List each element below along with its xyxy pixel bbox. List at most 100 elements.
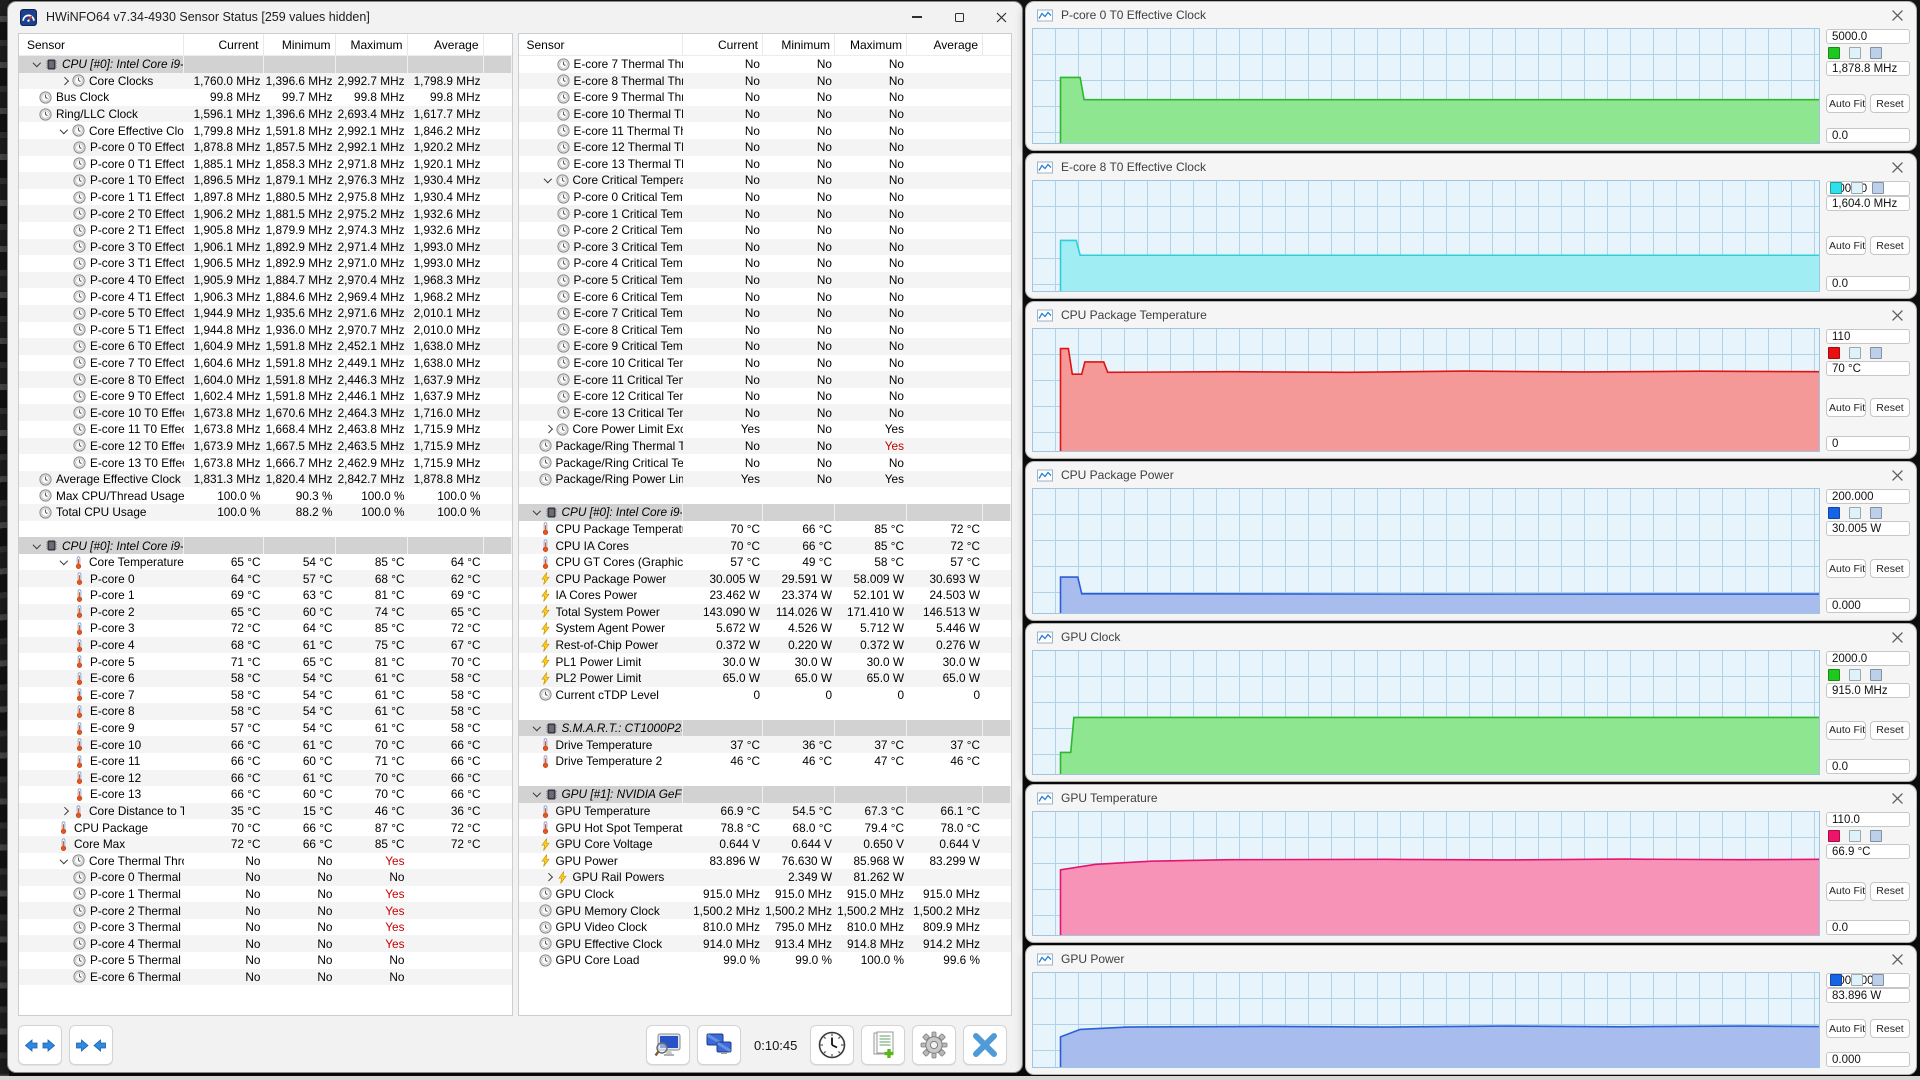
column-header-sensor[interactable]: Sensor — [19, 34, 184, 55]
column-header-current[interactable]: Current — [184, 34, 264, 55]
sensor-row[interactable]: GPU Clock 915.0 MHz 915.0 MHz 915.0 MHz 915.… — [519, 886, 1012, 903]
sensor-row[interactable]: E-core 10 66 °C 61 °C 70 °C 66 °C — [19, 736, 512, 753]
column-header-average[interactable]: Average — [408, 34, 484, 55]
background-color-swatch[interactable] — [1849, 830, 1861, 842]
sensor-row[interactable]: P-core 5 T0 Effective ... 1,944.9 MHz 1,93… — [19, 304, 512, 322]
sensor-row[interactable]: CPU Package 70 °C 66 °C 87 °C 72 °C — [19, 819, 512, 836]
sensor-row[interactable]: P-core 2 T0 Effective ... 1,906.2 MHz 1,88… — [19, 205, 512, 222]
sensor-row[interactable]: P-core 3 Thermal Thr... No No Yes — [19, 919, 512, 936]
sensor-row[interactable]: P-core 2 65 °C 60 °C 74 °C 65 °C — [19, 603, 512, 621]
auto-fit-button[interactable]: Auto Fit — [1826, 94, 1866, 113]
chevron-down-icon[interactable] — [542, 173, 556, 187]
reset-button[interactable]: Reset — [1870, 1019, 1910, 1039]
chevron-right-icon[interactable] — [542, 870, 556, 884]
chevron-down-icon[interactable] — [531, 505, 545, 519]
auto-fit-button[interactable]: Auto Fit — [1826, 559, 1866, 579]
graph-titlebar[interactable]: CPU Package Power — [1026, 462, 1916, 488]
section-header-row[interactable]: S.M.A.R.T.: CT1000P2S... — [518, 719, 1011, 737]
axis-max-input[interactable]: 110.0 — [1826, 812, 1910, 827]
report-button[interactable] — [861, 1025, 906, 1065]
sensor-row[interactable]: P-core 1 Critical Temp... No No No — [518, 205, 1011, 222]
sensor-row[interactable]: P-core 2 Thermal Thr... No No Yes — [19, 902, 512, 919]
sensor-row[interactable]: E-core 10 Critical Tem... No No No — [519, 355, 1012, 372]
sensor-row[interactable]: P-core 2 Critical Temp... No No No — [519, 222, 1012, 239]
system-summary-button[interactable] — [646, 1025, 690, 1065]
sensor-row[interactable]: CPU GT Cores (Graphics) 57 °C 49 °C 58 °C 57… — [519, 554, 1012, 571]
sensor-row[interactable]: P-core 3 T0 Effective ... 1,906.1 MHz 1,89… — [19, 238, 512, 256]
grid-color-swatch[interactable] — [1870, 47, 1882, 59]
sensor-row[interactable]: Core Clocks 1,760.0 MHz 1,396.6 MHz 2,992.7… — [19, 72, 512, 90]
sensor-row[interactable]: Core Temperatures 65 °C 54 °C 85 °C 64 °C — [19, 554, 512, 571]
background-color-swatch[interactable] — [1849, 47, 1861, 59]
column-header-maximum[interactable]: Maximum — [336, 34, 408, 55]
axis-min-input[interactable]: 0.0 — [1826, 759, 1910, 774]
section-header-row[interactable]: CPU [#0]: Intel Core i9-1... — [19, 56, 512, 73]
sensor-row[interactable]: P-core 1 T0 Effective ... 1,896.5 MHz 1,87… — [19, 172, 512, 189]
column-header-current[interactable]: Current — [683, 34, 763, 55]
close-icon[interactable] — [1892, 632, 1903, 643]
sensor-row[interactable]: E-core 10 T0 Effectiv... 1,673.8 MHz 1,670… — [19, 404, 512, 422]
sensor-row[interactable]: E-core 8 Critical Temp... No No No — [519, 322, 1012, 339]
sensor-row[interactable]: E-core 6 T0 Effective ... 1,604.9 MHz 1,59… — [19, 338, 512, 355]
section-header-row[interactable]: CPU [#0]: Intel Core i9-1... — [19, 537, 512, 554]
sensor-row[interactable]: E-core 13 66 °C 60 °C 70 °C 66 °C — [19, 786, 512, 803]
graph-titlebar[interactable]: P-core 0 T0 Effective Clock — [1026, 2, 1916, 28]
sensor-row[interactable]: E-core 11 T0 Effectiv... 1,673.8 MHz 1,668… — [19, 421, 512, 438]
sensor-row[interactable]: E-core 6 Thermal Thr... No No No — [19, 968, 512, 986]
grid-color-swatch[interactable] — [1872, 974, 1884, 986]
sensor-row[interactable]: E-core 13 Critical Tem... No No No — [518, 404, 1011, 422]
close-icon[interactable] — [1892, 470, 1903, 481]
sensor-row[interactable]: Current cTDP Level 0 0 0 0 — [519, 687, 1012, 704]
sensor-row[interactable]: Core Distance to TjMAX 35 °C 15 °C 46 °C 36 … — [19, 802, 512, 820]
chevron-right-icon[interactable] — [542, 422, 556, 436]
sensor-row[interactable]: P-core 3 72 °C 64 °C 85 °C 72 °C — [19, 620, 512, 637]
sensor-row[interactable]: P-core 1 T1 Effective ... 1,897.8 MHz 1,88… — [19, 189, 512, 206]
series-color-swatch[interactable] — [1830, 974, 1842, 986]
background-color-swatch[interactable] — [1851, 974, 1863, 986]
color-swatches[interactable] — [1828, 669, 1908, 681]
titlebar[interactable]: HWiNFO64 v7.34-4930 Sensor Status [259 v… — [8, 2, 1022, 32]
column-header-maximum[interactable]: Maximum — [835, 34, 907, 55]
sensor-row[interactable]: GPU Video Clock 810.0 MHz 795.0 MHz 810.0 M… — [519, 919, 1012, 936]
sensor-row[interactable]: P-core 5 71 °C 65 °C 81 °C 70 °C — [19, 653, 512, 670]
sensor-row[interactable]: E-core 7 T0 Effective ... 1,604.6 MHz 1,59… — [19, 355, 512, 372]
chevron-down-icon[interactable] — [31, 539, 45, 553]
series-color-swatch[interactable] — [1828, 507, 1840, 519]
sensor-row[interactable]: Core Max 72 °C 66 °C 85 °C 72 °C — [19, 835, 512, 853]
maximize-button[interactable] — [938, 2, 980, 32]
quit-button[interactable] — [963, 1025, 1008, 1065]
sensor-row[interactable]: E-core 12 Thermal Th... No No No — [518, 138, 1011, 156]
color-swatches[interactable] — [1828, 507, 1908, 519]
reset-button[interactable]: Reset — [1870, 559, 1910, 579]
series-color-swatch[interactable] — [1828, 47, 1840, 59]
sensor-row[interactable]: CPU IA Cores 70 °C 66 °C 85 °C 72 °C — [518, 537, 1011, 554]
axis-max-input[interactable]: 110 — [1826, 329, 1910, 344]
close-button[interactable] — [980, 2, 1022, 32]
sensor-row[interactable]: E-core 6 58 °C 54 °C 61 °C 58 °C — [19, 669, 512, 687]
graph-titlebar[interactable]: GPU Clock — [1026, 624, 1916, 650]
grid-color-swatch[interactable] — [1870, 830, 1882, 842]
sensor-row[interactable]: Ring/LLC Clock 1,596.1 MHz 1,396.6 MHz 2,69… — [19, 105, 512, 123]
axis-min-input[interactable]: 0.000 — [1826, 1052, 1910, 1067]
sensor-row[interactable]: E-core 12 Critical Tem... No No No — [519, 388, 1012, 405]
series-color-swatch[interactable] — [1828, 669, 1840, 681]
sensor-row[interactable]: P-core 5 Thermal Thr... No No No — [19, 952, 512, 969]
series-color-swatch[interactable] — [1828, 830, 1840, 842]
graph-titlebar[interactable]: CPU Package Temperature — [1026, 302, 1916, 328]
axis-min-input[interactable]: 0.0 — [1826, 276, 1910, 291]
sensor-row[interactable]: GPU Effective Clock 914.0 MHz 913.4 MHz 914… — [518, 935, 1011, 953]
auto-fit-button[interactable]: Auto Fit — [1826, 720, 1866, 740]
auto-fit-button[interactable]: Auto Fit — [1826, 398, 1866, 418]
sensor-row[interactable]: Total System Power 143.090 W 114.026 W 171.… — [518, 603, 1011, 621]
reset-button[interactable]: Reset — [1870, 94, 1910, 113]
column-header-sensor[interactable]: Sensor — [519, 34, 683, 55]
reset-button[interactable]: Reset — [1870, 881, 1910, 901]
close-icon[interactable] — [1892, 954, 1903, 965]
sensor-row[interactable]: P-core 4 68 °C 61 °C 75 °C 67 °C — [19, 636, 512, 654]
grid-color-swatch[interactable] — [1870, 347, 1882, 359]
close-icon[interactable] — [1892, 310, 1903, 321]
background-color-swatch[interactable] — [1851, 182, 1863, 194]
sensor-row[interactable]: P-core 4 Thermal Thr... No No Yes — [19, 935, 512, 953]
sensor-row[interactable]: P-core 1 69 °C 63 °C 81 °C 69 °C — [19, 587, 512, 604]
sensor-row[interactable]: E-core 11 Thermal Th... No No No — [519, 122, 1012, 139]
